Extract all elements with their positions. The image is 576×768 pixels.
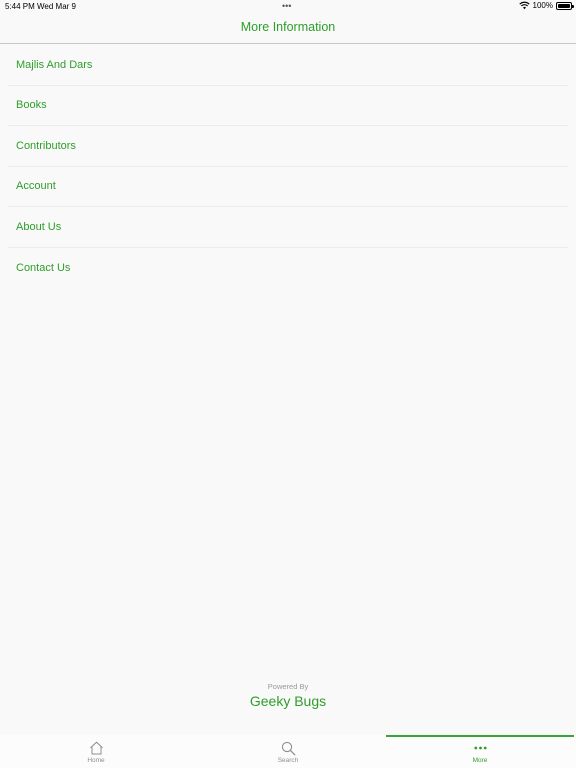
menu-list: Majlis And Dars Books Contributors Accou… <box>8 45 568 288</box>
powered-by-label: Powered By <box>267 682 309 691</box>
status-right: 100% <box>518 1 574 10</box>
menu-item-about-us[interactable]: About Us <box>8 207 568 248</box>
company-name[interactable]: Geeky Bugs <box>0 693 576 709</box>
tab-more[interactable]: More <box>384 735 576 768</box>
menu-item-books[interactable]: Books <box>8 86 568 126</box>
wifi-icon <box>518 1 530 10</box>
tab-home-label: Home <box>87 757 105 764</box>
powered-by-footer: Powered By Geeky Bugs <box>0 682 576 709</box>
page-title: More Information <box>240 20 336 34</box>
menu-item-contributors[interactable]: Contributors <box>8 126 568 167</box>
more-icon <box>472 740 488 756</box>
menu-item-contact-us[interactable]: Contact Us <box>8 248 568 289</box>
search-icon <box>280 740 296 756</box>
status-time: 5:44 PM <box>5 2 35 11</box>
tab-home[interactable]: Home <box>0 735 192 768</box>
status-date: Wed Mar 9 <box>37 2 76 11</box>
menu-item-majlis-and-dars[interactable]: Majlis And Dars <box>8 45 568 86</box>
tab-search-label: Search <box>277 757 299 764</box>
tab-bar: Home Search More <box>0 735 576 768</box>
battery-percent: 100% <box>532 1 553 10</box>
navigation-bar: More Information <box>0 14 576 44</box>
tab-more-label: More <box>472 757 488 764</box>
multitasking-dots-icon[interactable]: ••• <box>282 1 291 11</box>
battery-icon <box>556 1 574 10</box>
tab-search[interactable]: Search <box>192 735 384 768</box>
status-bar: 5:44 PM Wed Mar 9 ••• 100% <box>0 0 576 14</box>
home-icon <box>88 740 104 756</box>
screen: 5:44 PM Wed Mar 9 ••• 100% More Informat… <box>0 0 576 768</box>
menu-item-account[interactable]: Account <box>8 167 568 207</box>
battery-fill <box>558 3 570 8</box>
